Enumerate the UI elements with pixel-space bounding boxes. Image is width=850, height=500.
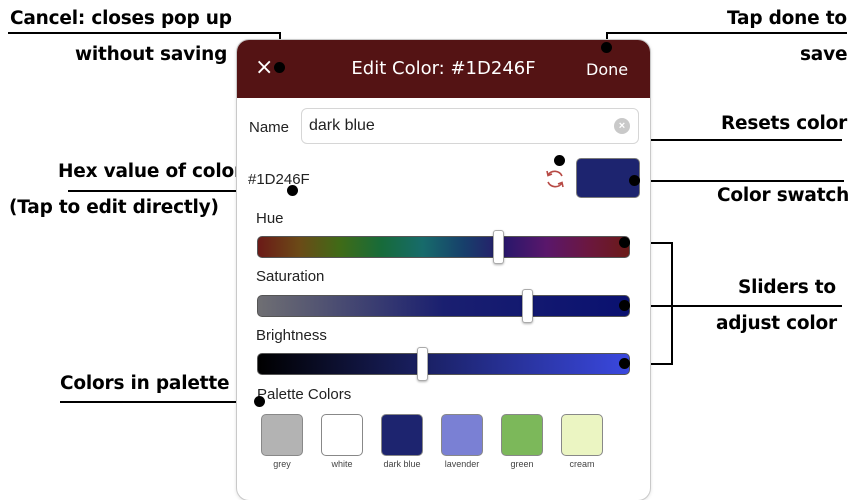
annotation-done-dot [601,42,612,53]
annotation-sliders-sat-connector [624,305,842,307]
palette-label: Palette Colors [257,386,352,403]
annotation-hex-dot [287,185,298,196]
palette-color-item[interactable]: lavender [441,414,483,469]
saturation-label: Saturation [256,268,325,285]
name-label: Name [249,119,290,136]
brightness-label: Brightness [256,327,327,344]
annotation-palette-dot [254,396,265,407]
hue-label: Hue [256,210,284,227]
annotation-sliders-line1: Sliders to [738,277,836,298]
palette-color-chip[interactable] [381,414,423,456]
annotation-cancel-dot [274,62,285,73]
palette-color-chip[interactable] [321,414,363,456]
hex-value[interactable]: #1D246F [248,171,310,188]
annotation-cancel-connector [8,32,280,34]
annotation-done-connector [607,32,847,34]
palette-color-chip[interactable] [501,414,543,456]
dialog-titlebar: × Edit Color: #1D246F Done [237,40,650,98]
annotation-swatch: Color swatch [717,185,850,206]
annotation-resets-dot [554,155,565,166]
annotation-palette: Colors in palette [60,373,230,394]
palette-color-chip[interactable] [561,414,603,456]
clear-icon[interactable]: × [614,118,630,134]
name-input[interactable]: dark blue × [301,108,639,144]
annotation-done-line2: save [800,44,848,65]
palette-color-item[interactable]: grey [261,414,303,469]
palette-color-chip[interactable] [261,414,303,456]
annotation-resets: Resets color [721,113,848,134]
palette-color-name: lavender [444,459,480,469]
annotation-hex-line1: Hex value of color [58,161,243,182]
saturation-slider-thumb[interactable] [522,289,533,323]
hue-slider[interactable] [257,230,630,264]
reset-icon[interactable] [543,167,567,196]
palette-color-chip[interactable] [441,414,483,456]
palette-color-name: grey [273,459,291,469]
brightness-slider[interactable] [257,347,630,381]
annotation-sliders-hue-dot [619,237,630,248]
edit-color-dialog: × Edit Color: #1D246F Done Name dark blu… [237,40,650,500]
annotation-cancel-line2: without saving [75,44,228,65]
palette-color-name: white [331,459,353,469]
annotation-cancel-line1: Cancel: closes pop up [10,8,232,29]
palette-color-item[interactable]: dark blue [381,414,423,469]
name-input-value: dark blue [309,117,375,134]
hue-slider-thumb[interactable] [493,230,504,264]
annotation-hex-line2: (Tap to edit directly) [9,197,219,218]
annotation-swatch-connector [634,180,844,182]
brightness-slider-thumb[interactable] [417,347,428,381]
saturation-slider[interactable] [257,289,630,323]
annotation-sliders-bri-dot [619,358,630,369]
annotation-done-line1: Tap done to [727,8,847,29]
done-button[interactable]: Done [586,60,628,79]
annotation-sliders-sat-dot [619,300,630,311]
palette-color-name: cream [569,459,595,469]
palette-color-item[interactable]: cream [561,414,603,469]
palette-color-item[interactable]: white [321,414,363,469]
annotation-palette-connector [60,401,260,403]
palette-color-name: dark blue [383,459,421,469]
annotation-swatch-dot [629,175,640,186]
annotation-sliders-bracket [671,242,673,365]
palette-color-name: green [510,459,534,469]
palette-color-item[interactable]: green [501,414,543,469]
annotation-sliders-line2: adjust color [716,313,837,334]
